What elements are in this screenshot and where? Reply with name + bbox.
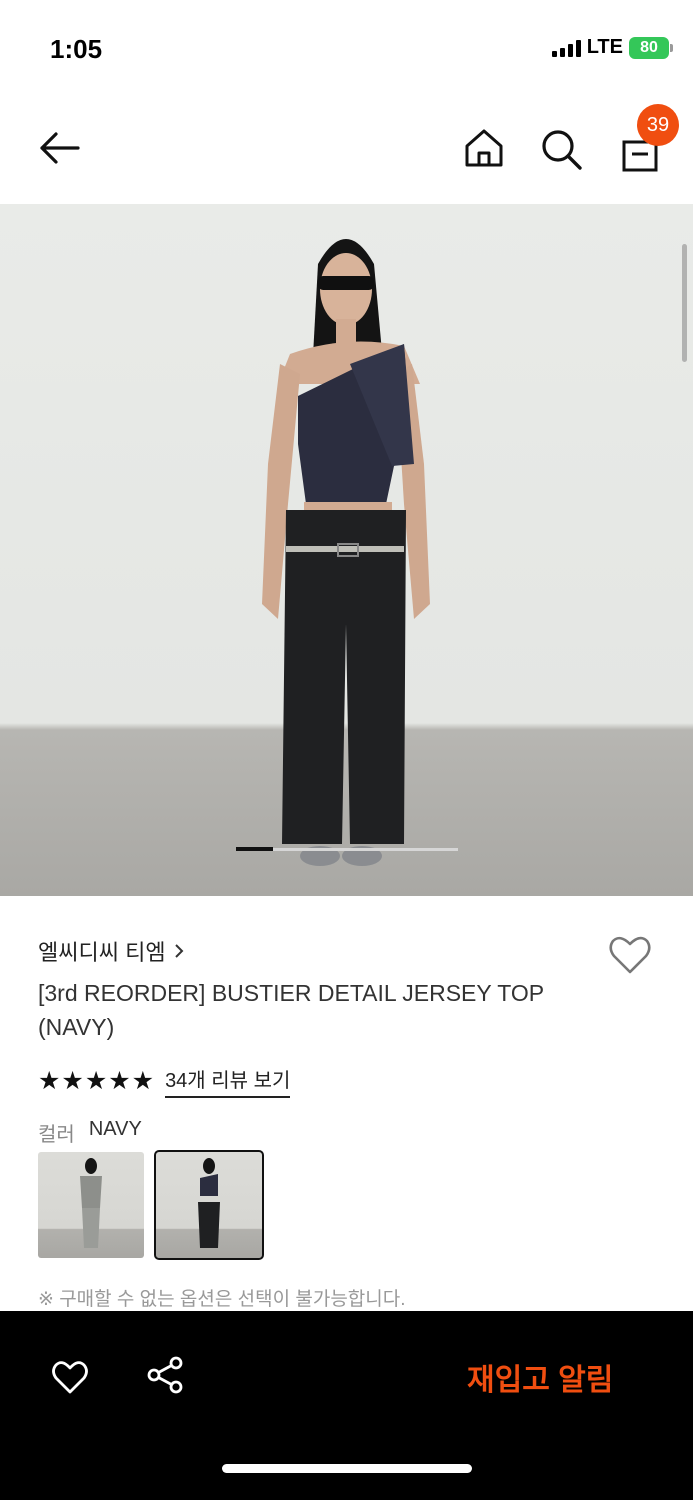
model-photo xyxy=(262,239,430,866)
color-swatch-grey[interactable] xyxy=(38,1152,144,1258)
status-bar: 1:05 LTE 80 xyxy=(0,0,693,100)
review-link[interactable]: 34개 리뷰 보기 xyxy=(165,1064,291,1098)
bottom-action-bar: 재입고 알림 xyxy=(0,1311,693,1500)
search-icon[interactable] xyxy=(538,126,584,172)
home-icon[interactable] xyxy=(462,126,506,170)
chevron-right-icon xyxy=(174,944,183,958)
brand-link[interactable]: 엘씨디씨 티엠 xyxy=(38,935,186,967)
color-label: 컬러 xyxy=(38,1124,75,1146)
home-indicator xyxy=(222,1464,472,1473)
color-option-row: 컬러 NAVY xyxy=(38,1118,142,1147)
product-title: [3rd REORDER] BUSTIER DETAIL JERSEY TOP … xyxy=(38,980,544,1040)
color-swatch-navy[interactable] xyxy=(154,1150,264,1260)
brand-name: 엘씨디씨 티엠 xyxy=(38,940,166,965)
status-time: 1:05 xyxy=(50,34,103,64)
option-notice: ※ 구매할 수 없는 옵션은 선택이 불가능합니다. xyxy=(38,1289,406,1310)
image-scrollbar xyxy=(682,244,687,362)
back-arrow-icon[interactable] xyxy=(36,126,84,170)
rating-stars: ★★★★★ xyxy=(38,1067,156,1095)
color-value: NAVY xyxy=(88,1118,142,1140)
wishlist-heart-icon[interactable] xyxy=(606,930,654,978)
battery-icon: 80 xyxy=(629,36,673,59)
top-nav-bar xyxy=(0,100,693,204)
swatch-grey-image xyxy=(80,1158,102,1248)
signal-icon xyxy=(551,39,581,57)
restock-alert-button[interactable]: 재입고 알림 xyxy=(467,1355,613,1399)
heart-icon[interactable] xyxy=(50,1357,90,1397)
network-label: LTE xyxy=(586,36,623,58)
carousel-indicator-active xyxy=(236,847,273,851)
cart-count-badge: 39 xyxy=(637,104,679,146)
status-indicators: LTE 80 xyxy=(551,36,673,59)
carousel-indicator xyxy=(236,847,458,851)
color-swatches xyxy=(38,1150,264,1260)
swatch-navy-image xyxy=(198,1158,220,1248)
share-icon[interactable] xyxy=(146,1355,186,1395)
rating-row: ★★★★★ 34개 리뷰 보기 xyxy=(38,1064,291,1098)
product-main-image[interactable] xyxy=(0,204,693,896)
battery-level: 80 xyxy=(640,38,658,56)
